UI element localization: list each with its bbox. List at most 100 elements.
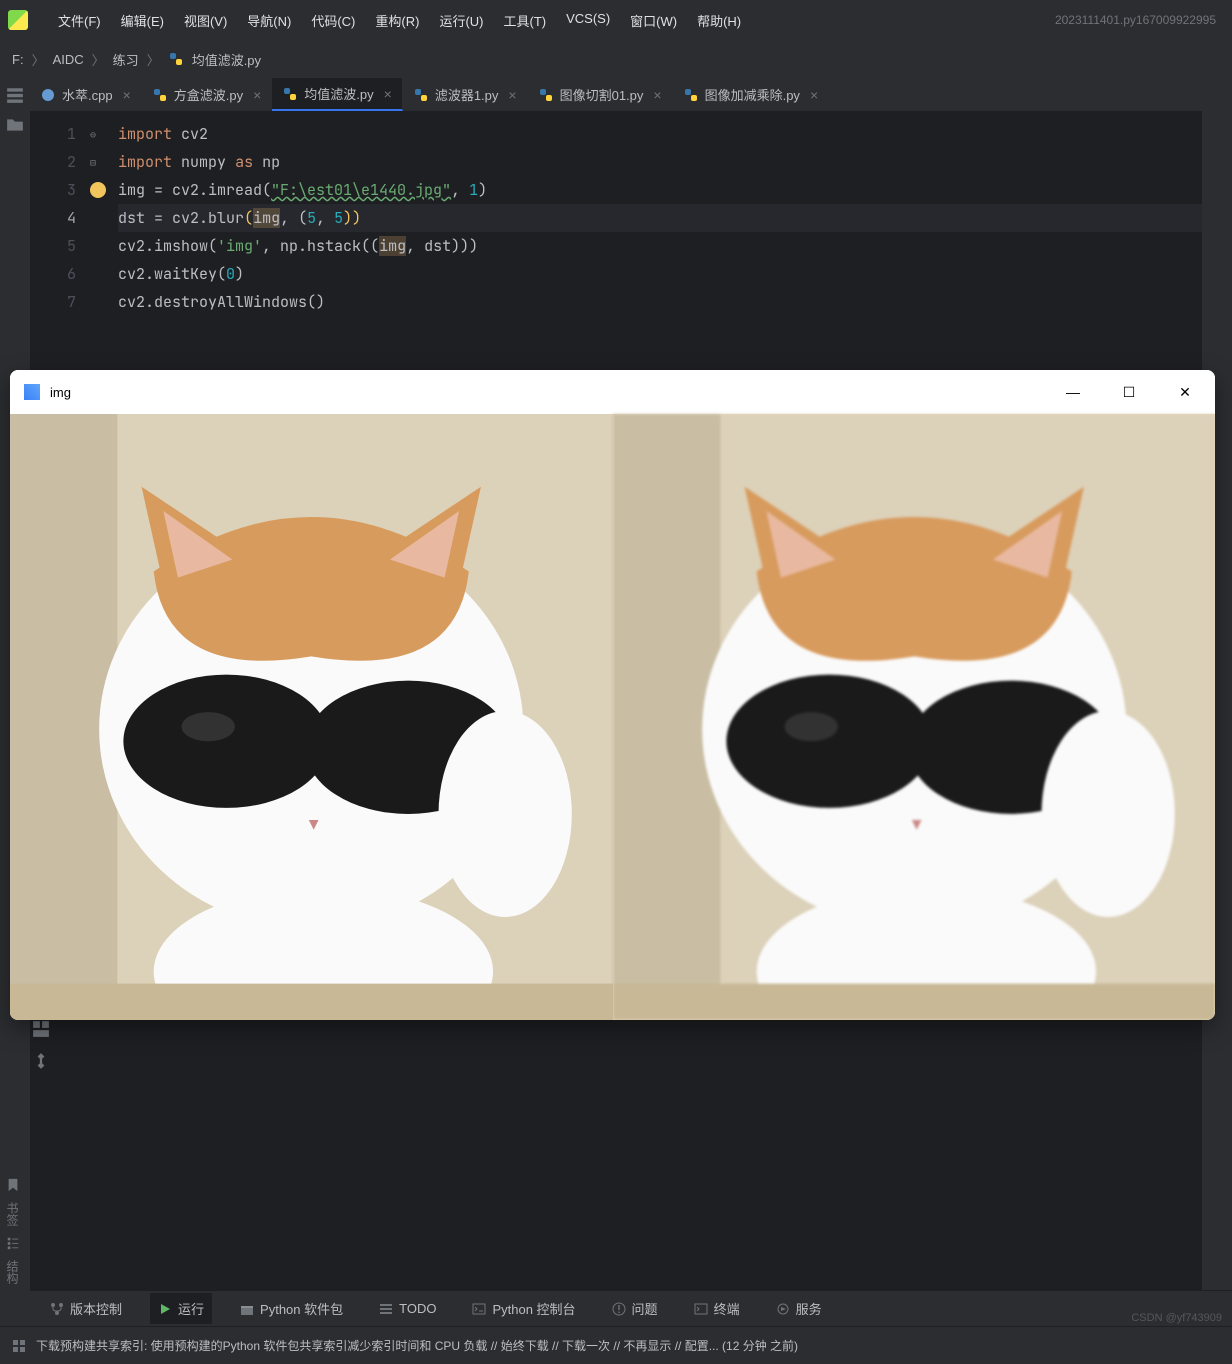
menu-refactor[interactable]: 重构(R)	[365, 5, 429, 36]
bookmark-icon[interactable]	[6, 1178, 20, 1192]
line-number: 1	[30, 120, 76, 148]
btab-label: 运行	[178, 1299, 204, 1318]
btab-terminal[interactable]: 终端	[686, 1293, 748, 1324]
close-icon[interactable]: ×	[810, 87, 818, 103]
menu-window[interactable]: 窗口(W)	[620, 5, 687, 36]
image-right	[613, 414, 1216, 1020]
btab-vcs[interactable]: 版本控制	[42, 1293, 130, 1324]
cvwin-title: img	[50, 385, 71, 400]
python-file-icon	[413, 87, 429, 103]
package-icon	[240, 1302, 254, 1316]
tab-py4[interactable]: 图像切割01.py ×	[528, 78, 673, 111]
bottom-tool-tabs: 版本控制 运行 Python 软件包 TODO Python 控制台 问题 终端…	[30, 1290, 1232, 1326]
menu-navigate[interactable]: 导航(N)	[237, 5, 301, 36]
titlebar: 文件(F) 编辑(E) 视图(V) 导航(N) 代码(C) 重构(R) 运行(U…	[0, 0, 1232, 40]
chevron-right-icon: 〉	[147, 50, 160, 69]
menu-edit[interactable]: 编辑(E)	[111, 5, 174, 36]
warning-icon	[612, 1302, 626, 1316]
line-number-active: 4	[30, 204, 76, 232]
tab-py3[interactable]: 滤波器1.py ×	[403, 78, 528, 111]
pin-icon[interactable]	[32, 1052, 50, 1070]
btab-run[interactable]: 运行	[150, 1293, 212, 1324]
btab-services[interactable]: 服务	[768, 1293, 830, 1324]
tab-py2-active[interactable]: 均值滤波.py ×	[272, 78, 403, 111]
chevron-right-icon: 〉	[32, 50, 45, 69]
list-icon	[379, 1302, 393, 1316]
menu-view[interactable]: 视图(V)	[174, 5, 237, 36]
breadcrumb-root[interactable]: F:	[12, 52, 24, 67]
cvwin-titlebar[interactable]: img — ☐ ✕	[10, 370, 1215, 414]
intention-bulb-icon[interactable]	[90, 182, 106, 198]
layout-icon[interactable]	[32, 1020, 50, 1038]
tab-label: 方盒滤波.py	[174, 85, 243, 104]
maximize-icon[interactable]: ☐	[1113, 384, 1145, 401]
tab-label: 图像切割01.py	[560, 85, 644, 104]
close-icon[interactable]: ×	[653, 87, 661, 103]
btab-console[interactable]: Python 控制台	[464, 1293, 583, 1324]
close-icon[interactable]: ×	[123, 87, 131, 103]
btab-label: Python 软件包	[260, 1299, 343, 1318]
btab-todo[interactable]: TODO	[371, 1295, 444, 1322]
menu-help[interactable]: 帮助(H)	[687, 5, 751, 36]
breadcrumb: F: 〉 AIDC 〉 练习 〉 均值滤波.py	[0, 40, 1232, 78]
python-file-icon	[282, 86, 298, 102]
tab-label: 滤波器1.py	[435, 85, 499, 104]
folder-icon[interactable]	[6, 116, 24, 134]
tab-py5[interactable]: 图像加减乘除.py ×	[673, 78, 830, 111]
main-menu: 文件(F) 编辑(E) 视图(V) 导航(N) 代码(C) 重构(R) 运行(U…	[48, 5, 751, 36]
run-tool-icons	[32, 1020, 50, 1070]
windows-icon[interactable]	[12, 1339, 26, 1353]
tab-cpp[interactable]: 水萃.cpp ×	[30, 78, 142, 111]
btab-label: TODO	[399, 1301, 436, 1316]
btab-problems[interactable]: 问题	[604, 1293, 666, 1324]
fold-close-icon[interactable]: ⊟	[86, 148, 100, 176]
title-info: 2023111401.py167009922995	[1055, 13, 1224, 27]
editor-tabs: 水萃.cpp × 方盒滤波.py × 均值滤波.py × 滤波器1.py × 图像切割0…	[30, 78, 1202, 112]
close-icon[interactable]: ✕	[1169, 384, 1201, 401]
left-vertical-tabs: 书签 结构	[4, 1178, 21, 1284]
close-icon[interactable]: ×	[508, 87, 516, 103]
tab-label: 均值滤波.py	[304, 84, 373, 103]
menu-code[interactable]: 代码(C)	[301, 5, 365, 36]
line-number: 6	[30, 260, 76, 288]
branch-icon	[50, 1302, 64, 1316]
fold-open-icon[interactable]: ⊖	[86, 120, 100, 148]
menu-tools[interactable]: 工具(T)	[493, 5, 556, 36]
close-icon[interactable]: ×	[384, 86, 392, 102]
breadcrumb-file[interactable]: 均值滤波.py	[192, 50, 261, 69]
project-tool-icon[interactable]	[6, 86, 24, 104]
cpp-file-icon	[40, 87, 56, 103]
btab-packages[interactable]: Python 软件包	[232, 1293, 351, 1324]
btab-label: Python 控制台	[492, 1299, 575, 1318]
line-number: 5	[30, 232, 76, 260]
line-number: 3	[30, 176, 76, 204]
line-number: 2	[30, 148, 76, 176]
breadcrumb-item[interactable]: AIDC	[53, 52, 84, 67]
chevron-right-icon: 〉	[92, 50, 105, 69]
minimize-icon[interactable]: —	[1057, 384, 1089, 401]
python-file-icon	[683, 87, 699, 103]
structure-icon[interactable]	[6, 1236, 20, 1250]
status-bar: 下载预构建共享索引: 使用预构建的Python 软件包共享索引减少索引时间和 C…	[0, 1326, 1232, 1364]
status-message[interactable]: 下载预构建共享索引: 使用预构建的Python 软件包共享索引减少索引时间和 C…	[36, 1337, 798, 1354]
watermark: CSDN @yf743909	[1131, 1312, 1222, 1324]
vert-tab-bookmark[interactable]: 书签	[4, 1202, 21, 1226]
btab-label: 终端	[714, 1299, 740, 1318]
menu-vcs[interactable]: VCS(S)	[556, 5, 620, 36]
btab-label: 问题	[632, 1299, 658, 1318]
breadcrumb-item[interactable]: 练习	[113, 50, 139, 69]
line-number: 7	[30, 288, 76, 316]
menu-file[interactable]: 文件(F)	[48, 5, 111, 36]
app-icon	[24, 384, 40, 400]
python-file-icon	[152, 87, 168, 103]
tab-py1[interactable]: 方盒滤波.py ×	[142, 78, 273, 111]
close-icon[interactable]: ×	[253, 87, 261, 103]
menu-run[interactable]: 运行(U)	[429, 5, 493, 36]
python-file-icon	[168, 51, 184, 67]
console-icon	[472, 1302, 486, 1316]
services-icon	[776, 1302, 790, 1316]
tab-label: 图像加减乘除.py	[705, 85, 800, 104]
tab-label: 水萃.cpp	[62, 85, 113, 104]
cvwin-body	[10, 414, 1215, 1020]
vert-tab-structure[interactable]: 结构	[4, 1260, 21, 1284]
